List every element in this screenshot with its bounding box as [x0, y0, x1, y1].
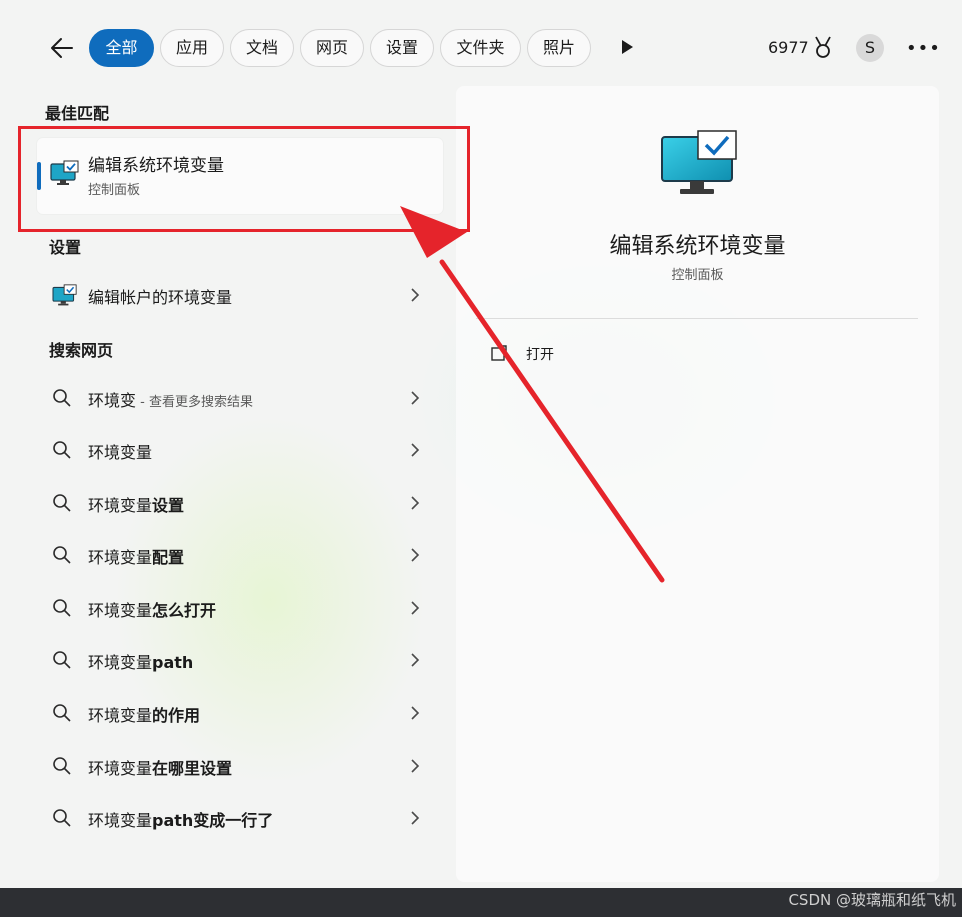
- tab-all[interactable]: 全部: [89, 29, 154, 67]
- search-icon: [52, 545, 72, 569]
- detail-pane: [456, 86, 939, 882]
- tab-photos[interactable]: 照片: [527, 29, 591, 67]
- chevron-right-icon: [410, 495, 420, 515]
- search-icon: [52, 440, 72, 464]
- chevron-right-icon: [410, 287, 420, 307]
- web-result-item[interactable]: 环境变量设置: [40, 480, 440, 526]
- open-label: 打开: [526, 347, 554, 363]
- chevron-right-icon: [410, 652, 420, 672]
- web-result-item[interactable]: 环境变量的作用: [40, 690, 440, 736]
- avatar[interactable]: S: [856, 34, 884, 62]
- web-result-item[interactable]: 环境变量: [40, 427, 440, 473]
- section-best-match: 最佳匹配: [45, 104, 110, 123]
- chevron-right-icon: [410, 442, 420, 462]
- tab-apps[interactable]: 应用: [160, 29, 224, 67]
- open-icon: [490, 344, 508, 366]
- result-label: 环境变量设置: [88, 495, 185, 515]
- play-icon[interactable]: [620, 39, 634, 59]
- chevron-right-icon: [410, 705, 420, 725]
- result-label: 环境变量在哪里设置: [88, 758, 233, 778]
- section-settings: 设置: [49, 238, 82, 257]
- web-result-more[interactable]: 环境变 - 查看更多搜索结果: [40, 375, 440, 421]
- search-icon: [52, 388, 72, 412]
- divider: [476, 318, 918, 319]
- result-label: 环境变量怎么打开: [88, 600, 217, 620]
- tab-folders[interactable]: 文件夹: [440, 29, 521, 67]
- result-label: 环境变 - 查看更多搜索结果: [88, 391, 253, 410]
- result-label: 环境变量path: [88, 653, 194, 673]
- web-result-item[interactable]: 环境变量配置: [40, 532, 440, 578]
- web-result-item[interactable]: 环境变量path变成一行了: [40, 795, 440, 841]
- chevron-right-icon: [410, 547, 420, 567]
- result-label: 编辑帐户的环境变量: [88, 288, 233, 307]
- search-icon: [52, 756, 72, 780]
- rewards-points[interactable]: 6977: [768, 38, 809, 57]
- chevron-right-icon: [410, 758, 420, 778]
- result-label: 环境变量配置: [88, 548, 185, 568]
- control-panel-monitor-icon: [660, 129, 738, 201]
- chevron-right-icon: [410, 810, 420, 830]
- tab-settings[interactable]: 设置: [370, 29, 434, 67]
- control-panel-monitor-icon: [52, 284, 78, 312]
- section-web-search: 搜索网页: [49, 341, 114, 360]
- search-icon: [52, 650, 72, 674]
- annotation-highlight-box: [18, 126, 470, 232]
- medal-icon[interactable]: [812, 35, 834, 65]
- chevron-right-icon: [410, 600, 420, 620]
- search-icon: [52, 703, 72, 727]
- search-icon: [52, 493, 72, 517]
- web-result-item[interactable]: 环境变量怎么打开: [40, 585, 440, 631]
- back-arrow-icon[interactable]: [48, 34, 76, 62]
- search-icon: [52, 808, 72, 832]
- tab-documents[interactable]: 文档: [230, 29, 294, 67]
- chevron-right-icon: [410, 390, 420, 410]
- detail-title: 编辑系统环境变量: [609, 234, 786, 259]
- settings-result-account-env[interactable]: 编辑帐户的环境变量: [40, 272, 440, 318]
- result-label: 环境变量path变成一行了: [88, 811, 274, 831]
- more-options-icon[interactable]: •••: [906, 38, 941, 59]
- open-action[interactable]: 打开: [486, 338, 686, 368]
- search-icon: [52, 598, 72, 622]
- web-result-item[interactable]: 环境变量在哪里设置: [40, 743, 440, 789]
- web-result-item[interactable]: 环境变量path: [40, 637, 440, 683]
- result-label: 环境变量的作用: [88, 706, 201, 725]
- tab-web[interactable]: 网页: [300, 29, 364, 67]
- detail-subtitle: 控制面板: [671, 268, 724, 283]
- result-label: 环境变量: [88, 443, 153, 462]
- watermark: CSDN @玻璃瓶和纸飞机: [788, 891, 956, 909]
